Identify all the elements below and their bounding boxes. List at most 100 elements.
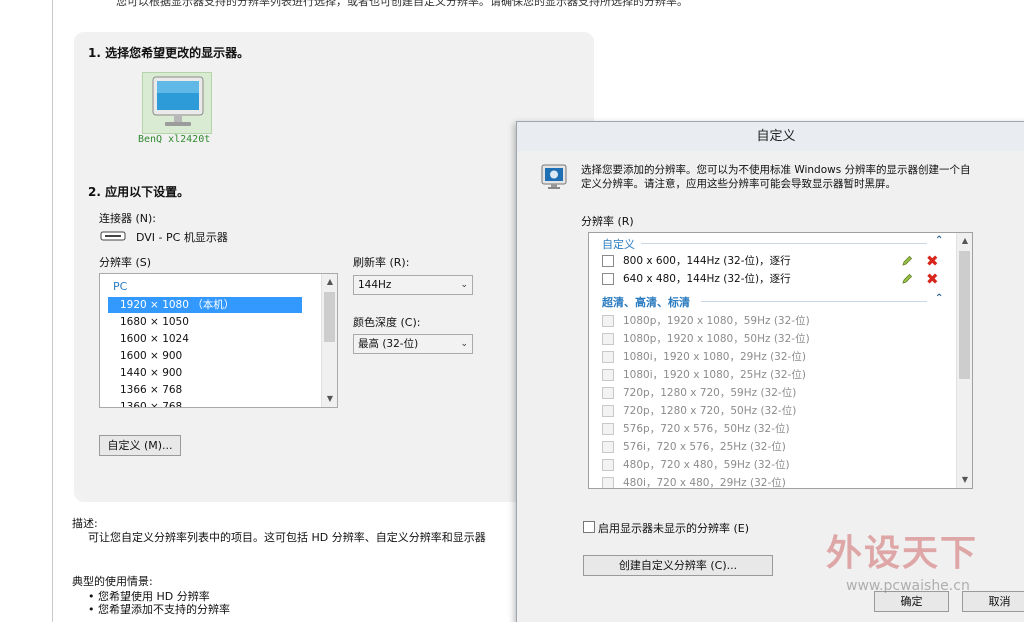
customize-button[interactable]: 自定义 (M)... bbox=[99, 435, 181, 456]
resolution-item[interactable]: 1440 × 900 bbox=[108, 365, 302, 381]
color-depth-select[interactable]: 最高 (32-位) ⌄ bbox=[353, 334, 473, 354]
hd-resolution-item: 480i，720 x 480，29Hz (32-位) bbox=[602, 474, 786, 489]
chevron-down-icon: ⌄ bbox=[460, 280, 468, 290]
monitor-settings-icon bbox=[541, 164, 567, 189]
hd-resolution-label: 720p，1280 x 720，59Hz (32-位) bbox=[623, 387, 797, 399]
hd-resolution-item: 720p，1280 x 720，50Hz (32-位) bbox=[602, 402, 797, 420]
refresh-label: 刷新率 (R): bbox=[353, 256, 410, 269]
monitor-tile[interactable] bbox=[142, 72, 212, 134]
hd-resolution-label: 480p，720 x 480，59Hz (32-位) bbox=[623, 459, 790, 471]
edit-pencil-icon[interactable] bbox=[901, 273, 913, 285]
custom-resolution-list[interactable]: 自定义 ⌃ 800 x 600，144Hz (32-位)，逐行 ✖ 640 x … bbox=[588, 232, 973, 489]
delete-icon[interactable]: ✖ bbox=[926, 254, 939, 269]
hd-resolution-label: 1080p，1920 x 1080，50Hz (32-位) bbox=[623, 333, 810, 345]
resolution-item[interactable]: 1360 × 768 bbox=[108, 399, 302, 407]
hd-resolution-label: 576i，720 x 576，25Hz (32-位) bbox=[623, 441, 786, 453]
resolution-label: 分辨率 (S) bbox=[99, 256, 152, 269]
create-custom-resolution-button[interactable]: 创建自定义分辨率 (C)... bbox=[583, 555, 773, 576]
item-checkbox[interactable] bbox=[602, 255, 614, 267]
resolution-item[interactable]: 1680 × 1050 bbox=[108, 314, 302, 330]
custom-list-scrollbar[interactable]: ▲ ▼ bbox=[956, 233, 972, 488]
resolution-list-label: 分辨率 (R) bbox=[581, 215, 634, 228]
top-partial-text: 您可以根据显示器支持的分辨率列表进行选择，或者也可创建自定义分辨率。请确保您的显… bbox=[116, 0, 688, 8]
monitor-icon bbox=[152, 76, 204, 126]
hd-resolution-item: 720p，1280 x 720，59Hz (32-位) bbox=[602, 384, 797, 402]
resolution-item[interactable]: 1366 × 768 bbox=[108, 382, 302, 398]
item-checkbox-disabled bbox=[602, 369, 614, 381]
usage-item: • 您希望添加不支持的分辨率 bbox=[88, 603, 230, 616]
hd-group-header: 超清、高清、标清 bbox=[602, 296, 690, 309]
group-divider bbox=[641, 243, 927, 244]
chevron-down-icon: ⌄ bbox=[460, 339, 468, 349]
item-checkbox[interactable] bbox=[602, 273, 614, 285]
connector-label: 连接器 (N): bbox=[99, 212, 157, 225]
color-depth-value: 最高 (32-位) bbox=[358, 338, 419, 350]
hd-resolution-item: 1080p，1920 x 1080，50Hz (32-位) bbox=[602, 330, 810, 348]
custom-resolution-item[interactable]: 800 x 600，144Hz (32-位)，逐行 bbox=[602, 252, 791, 270]
scroll-up-icon[interactable]: ▲ bbox=[957, 233, 972, 249]
collapse-icon[interactable]: ⌃ bbox=[935, 293, 943, 304]
step2-title: 2. 应用以下设置。 bbox=[88, 185, 190, 199]
description-text: 可让您自定义分辨率列表中的项目。这可包括 HD 分辨率、自定义分辨率和显示器 bbox=[88, 531, 486, 544]
hd-resolution-item: 576i，720 x 576，25Hz (32-位) bbox=[602, 438, 786, 456]
item-checkbox-disabled bbox=[602, 405, 614, 417]
hd-resolution-label: 1080i，1920 x 1080，25Hz (32-位) bbox=[623, 369, 806, 381]
connector-value: DVI - PC 机显示器 bbox=[136, 231, 228, 244]
cancel-button[interactable]: 取消 bbox=[962, 591, 1024, 612]
dialog-intro-line1: 选择您要添加的分辨率。您可以为不使用标准 Windows 分辨率的显示器创建一个… bbox=[581, 164, 971, 176]
item-checkbox-disabled bbox=[602, 423, 614, 435]
enable-hidden-resolutions-label: 启用显示器未显示的分辨率 (E) bbox=[598, 522, 750, 535]
scroll-down-icon[interactable]: ▼ bbox=[957, 472, 972, 488]
item-checkbox-disabled bbox=[602, 441, 614, 453]
item-checkbox-disabled bbox=[602, 315, 614, 327]
nvidia-control-panel-page: 您可以根据显示器支持的分辨率列表进行选择，或者也可创建自定义分辨率。请确保您的显… bbox=[0, 0, 1024, 622]
hd-resolution-item: 480p，720 x 480，59Hz (32-位) bbox=[602, 456, 790, 474]
scroll-up-icon[interactable]: ▲ bbox=[322, 274, 337, 290]
hd-resolution-label: 720p，1280 x 720，50Hz (32-位) bbox=[623, 405, 797, 417]
resolution-listbox[interactable]: PC 1920 × 1080 （本机） 1680 × 1050 1600 × 1… bbox=[99, 273, 338, 408]
resolution-item[interactable]: 1600 × 900 bbox=[108, 348, 302, 364]
delete-icon[interactable]: ✖ bbox=[926, 272, 939, 287]
ok-button[interactable]: 确定 bbox=[874, 591, 949, 612]
watermark-logo: 外设天下 bbox=[826, 532, 979, 574]
resolution-scrollbar[interactable]: ▲ ▼ bbox=[321, 274, 337, 407]
dialog-title: 自定义 bbox=[517, 122, 1024, 151]
dvi-connector-icon bbox=[100, 231, 126, 241]
scroll-thumb[interactable] bbox=[959, 251, 970, 379]
scroll-down-icon[interactable]: ▼ bbox=[322, 391, 337, 407]
custom-resolution-label: 800 x 600，144Hz (32-位)，逐行 bbox=[623, 255, 791, 267]
group-divider bbox=[701, 301, 927, 302]
hd-resolution-label: 480i，720 x 480，29Hz (32-位) bbox=[623, 477, 786, 489]
color-depth-label: 颜色深度 (C): bbox=[353, 316, 421, 329]
item-checkbox-disabled bbox=[602, 351, 614, 363]
custom-resolution-label: 640 x 480，144Hz (32-位)，逐行 bbox=[623, 273, 791, 285]
resolution-item-selected[interactable]: 1920 × 1080 （本机） bbox=[108, 297, 302, 313]
enable-hidden-resolutions-checkbox[interactable] bbox=[583, 521, 595, 533]
refresh-value: 144Hz bbox=[358, 279, 392, 291]
dialog-intro-line2: 定义分辨率。请注意，应用这些分辨率可能会导致显示器暂时黑屏。 bbox=[581, 178, 896, 190]
item-checkbox-disabled bbox=[602, 333, 614, 345]
collapse-icon[interactable]: ⌃ bbox=[935, 235, 943, 246]
hd-resolution-label: 576p，720 x 576，50Hz (32-位) bbox=[623, 423, 790, 435]
hd-resolution-item: 1080p，1920 x 1080，59Hz (32-位) bbox=[602, 312, 810, 330]
left-divider bbox=[52, 0, 53, 622]
scroll-thumb[interactable] bbox=[324, 292, 335, 342]
hd-resolution-item: 1080i，1920 x 1080，25Hz (32-位) bbox=[602, 366, 806, 384]
custom-resolution-item[interactable]: 640 x 480，144Hz (32-位)，逐行 bbox=[602, 270, 791, 288]
edit-pencil-icon[interactable] bbox=[901, 255, 913, 267]
item-checkbox-disabled bbox=[602, 387, 614, 399]
hd-resolution-label: 1080i，1920 x 1080，29Hz (32-位) bbox=[623, 351, 806, 363]
hd-resolution-item: 1080i，1920 x 1080，29Hz (32-位) bbox=[602, 348, 806, 366]
custom-group-header: 自定义 bbox=[602, 238, 635, 251]
item-checkbox-disabled bbox=[602, 477, 614, 488]
monitor-label: BenQ xl2420t bbox=[138, 134, 211, 145]
hd-resolution-label: 1080p，1920 x 1080，59Hz (32-位) bbox=[623, 315, 810, 327]
resolution-item[interactable]: 1600 × 1024 bbox=[108, 331, 302, 347]
hd-resolution-item: 576p，720 x 576，50Hz (32-位) bbox=[602, 420, 790, 438]
watermark-url: www.pcwaishe.cn bbox=[846, 578, 970, 594]
item-checkbox-disabled bbox=[602, 459, 614, 471]
usage-label: 典型的使用情景: bbox=[72, 575, 153, 588]
resolution-group-pc: PC bbox=[113, 280, 128, 293]
refresh-select[interactable]: 144Hz ⌄ bbox=[353, 275, 473, 295]
step1-title: 1. 选择您希望更改的显示器。 bbox=[88, 46, 250, 60]
